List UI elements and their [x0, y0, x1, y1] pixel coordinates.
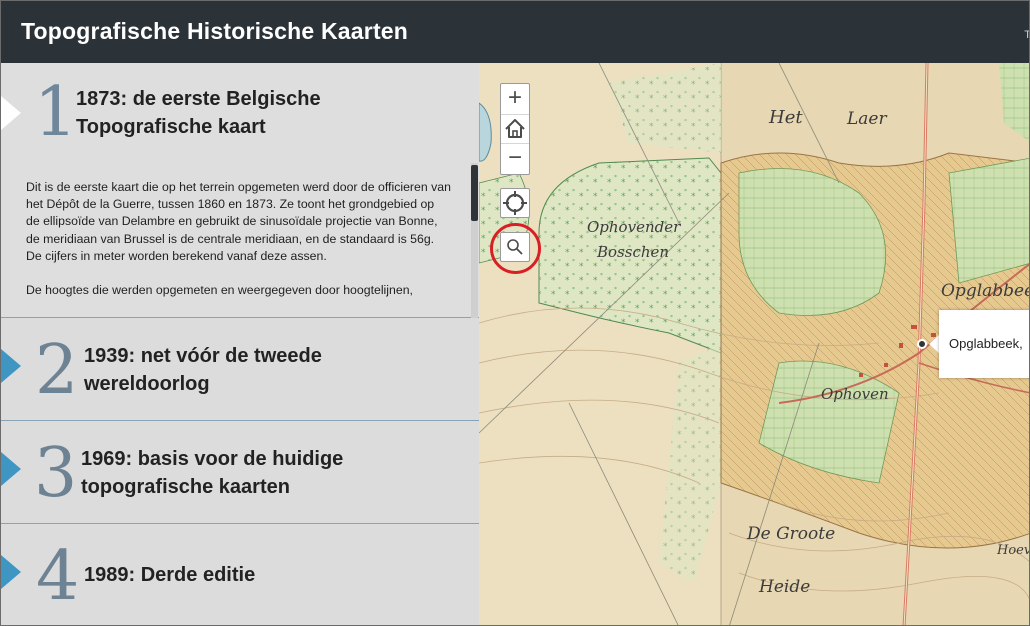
scrollbar-thumb[interactable]: [471, 165, 478, 221]
map-label-het: Het: [769, 107, 803, 128]
section-3-number: 3: [34, 434, 78, 513]
app-title: Topografische Historische Kaarten: [21, 18, 409, 44]
zoom-control: + −: [500, 83, 530, 175]
section-3-arrow-icon[interactable]: [1, 452, 21, 486]
minus-icon: −: [507, 144, 522, 171]
locate-icon: [503, 191, 527, 215]
zoom-in-button[interactable]: +: [501, 84, 529, 114]
story-accordion: Dit is de eerste kaart die op het terrei…: [1, 63, 479, 625]
map-label-ophoven: Ophoven: [821, 385, 889, 403]
section-2-title[interactable]: 1939: net vóór de tweede wereldoorlog: [84, 342, 384, 398]
section-1-paragraph-2: De hoogtes die werden opgemeten en weerg…: [26, 283, 413, 298]
historic-map[interactable]: * *: [479, 63, 1029, 625]
section-1-title[interactable]: 1873: de eerste Belgische Topografische …: [76, 85, 376, 141]
active-section-pointer: [1, 96, 21, 130]
section-1-number: 1: [34, 73, 78, 152]
map-label-ophovender: Ophovender: [587, 218, 681, 236]
map-label-bosschen: Bosschen: [597, 243, 670, 261]
map-label-hoeve: Hoeve: [997, 543, 1029, 558]
section-4-title[interactable]: 1989: Derde editie: [84, 561, 384, 589]
home-button[interactable]: [501, 114, 529, 144]
popup-text: Opglabbeek,: [949, 336, 1023, 351]
location-popup[interactable]: Opglabbeek,: [939, 310, 1029, 378]
section-1-paragraph-1: Dit is de eerste kaart die op het terrei…: [26, 180, 451, 263]
section-1-body: Dit is de eerste kaart die op het terrei…: [26, 179, 451, 316]
map-label-laer: Laer: [847, 109, 887, 129]
home-icon: [505, 119, 525, 138]
section-4-number: 4: [36, 537, 80, 616]
app-header: Topografische Historische Kaarten T: [1, 1, 1029, 63]
zoom-out-button[interactable]: −: [501, 144, 529, 174]
map-label-opglabbeek: Opglabbeek: [941, 281, 1029, 301]
header-corner-text: T: [1024, 29, 1029, 41]
map-label-heide: Heide: [759, 577, 811, 597]
section-2-arrow-icon[interactable]: [1, 349, 21, 383]
section-4-arrow-icon[interactable]: [1, 555, 21, 589]
map-label-de-groote: De Groote: [747, 524, 836, 544]
highlight-circle: [490, 223, 541, 274]
section-2-number: 2: [35, 331, 79, 410]
location-marker[interactable]: [917, 339, 927, 349]
plus-icon: +: [507, 84, 522, 111]
locate-button[interactable]: [500, 188, 530, 218]
section-3-title[interactable]: 1969: basis voor de huidige topografisch…: [81, 445, 381, 501]
app-window: Topografische Historische Kaarten T Dit …: [0, 0, 1030, 626]
